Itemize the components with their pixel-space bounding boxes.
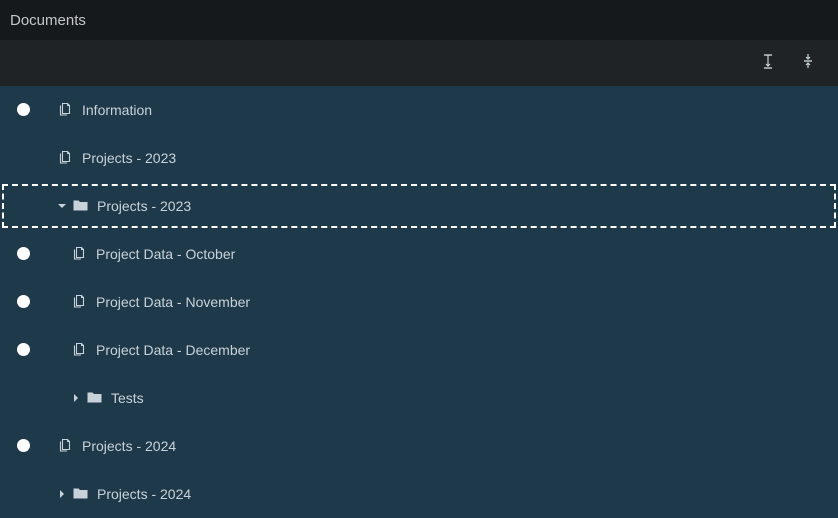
caret-down-icon[interactable] — [57, 200, 67, 212]
document-icon — [72, 294, 86, 308]
tree-item-label: Project Data - October — [96, 246, 236, 262]
tree-item-label: Projects - 2023 — [97, 198, 192, 214]
tree-item-label: Project Data - November — [96, 294, 251, 310]
tree-document-row[interactable]: Projects - 2023 — [0, 134, 838, 182]
window-title: Documents — [10, 11, 86, 29]
document-icon — [58, 438, 72, 452]
tree-document-row[interactable]: Project Data - October — [0, 230, 838, 278]
selection-radio[interactable] — [17, 247, 30, 260]
tree-item-label: Projects - 2024 — [82, 438, 177, 454]
selection-radio[interactable] — [17, 295, 30, 308]
tree-folder-row[interactable]: Projects - 2023 — [0, 182, 838, 230]
collapse-vertical-icon — [802, 53, 814, 74]
expand-vertical-icon — [762, 53, 774, 74]
folder-icon — [72, 198, 88, 212]
document-icon — [72, 342, 86, 356]
tree-document-row[interactable]: Projects - 2024 — [0, 422, 838, 470]
tree-folder-row[interactable]: Tests — [0, 374, 838, 422]
tree-item-label: Projects - 2024 — [97, 486, 192, 502]
expand-all-button[interactable] — [758, 53, 778, 73]
document-icon — [58, 102, 72, 116]
tree-item-label: Projects - 2023 — [82, 150, 177, 166]
selection-radio[interactable] — [17, 103, 30, 116]
collapse-all-button[interactable] — [798, 53, 818, 73]
caret-right-icon[interactable] — [71, 392, 81, 404]
tree-item-label: Tests — [111, 390, 144, 406]
tree-folder-row[interactable]: Projects - 2024 — [0, 470, 838, 518]
caret-right-icon[interactable] — [57, 488, 67, 500]
tree-item-label: Project Data - December — [96, 342, 251, 358]
tree-toolbar — [0, 40, 838, 86]
tree-document-row[interactable]: Information — [0, 86, 838, 134]
tree-item-label: Information — [82, 102, 153, 118]
document-icon — [72, 246, 86, 260]
folder-icon — [86, 390, 102, 404]
folder-icon — [72, 486, 88, 500]
selection-radio[interactable] — [17, 439, 30, 452]
tree-document-row[interactable]: Project Data - December — [0, 326, 838, 374]
window-titlebar: Documents — [0, 0, 838, 40]
tree-document-row[interactable]: Project Data - November — [0, 278, 838, 326]
selection-radio[interactable] — [17, 343, 30, 356]
document-icon — [58, 150, 72, 164]
document-tree: Information Projects - 2023 Projects - 202… — [0, 86, 838, 518]
